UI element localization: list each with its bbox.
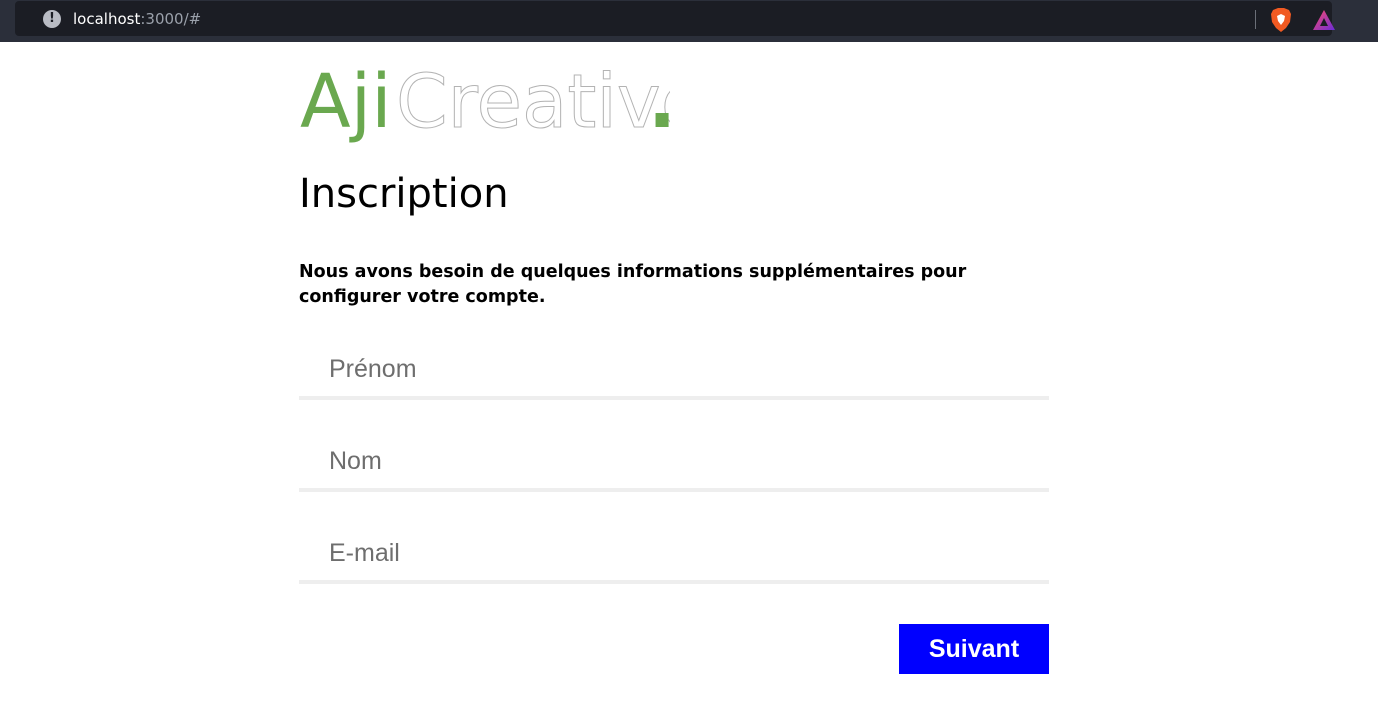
logo-dot: . — [648, 59, 670, 143]
logo-main-text: Creative — [396, 59, 670, 143]
page-title: Inscription — [299, 171, 509, 217]
brave-shields-icon[interactable] — [1270, 8, 1292, 32]
address-bar-divider — [1255, 10, 1256, 29]
browser-toolbar: ! localhost:3000/# — [0, 0, 1378, 42]
first-name-input[interactable] — [299, 342, 1049, 400]
brave-rewards-icon[interactable] — [1312, 9, 1336, 31]
email-input[interactable] — [299, 526, 1049, 584]
url-text[interactable]: localhost:3000/# — [73, 10, 201, 28]
url-host: localhost — [73, 10, 141, 28]
last-name-input[interactable] — [299, 434, 1049, 492]
url-path: :3000/# — [140, 10, 202, 28]
next-button[interactable]: Suivant — [899, 624, 1049, 674]
form-description: Nous avons besoin de quelques informatio… — [299, 262, 967, 307]
address-bar[interactable]: ! localhost:3000/# — [15, 1, 1335, 36]
info-icon[interactable]: ! — [43, 10, 61, 28]
logo-accent-text: Aji — [300, 59, 392, 143]
aji-creative-logo: Aji Creative . — [300, 59, 670, 144]
